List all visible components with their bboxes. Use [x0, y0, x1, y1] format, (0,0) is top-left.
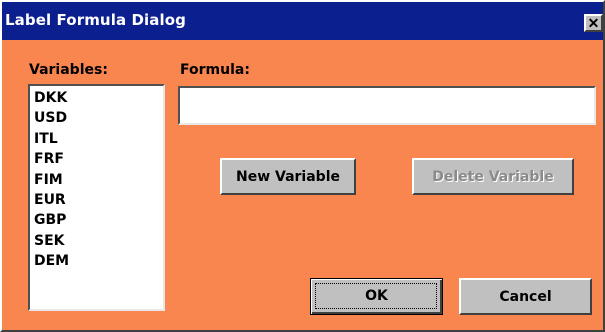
delete-variable-button[interactable]: Delete Variable	[412, 158, 574, 195]
ok-button[interactable]: OK	[310, 278, 443, 315]
formula-input[interactable]	[178, 86, 596, 125]
ok-button-label: OK	[365, 288, 388, 304]
variable-list-item[interactable]: ITL	[34, 129, 163, 149]
cancel-button[interactable]: Cancel	[459, 278, 592, 315]
variables-listbox[interactable]: DKK USD ITL FRF FIM EUR GBP SEK DEM	[28, 84, 165, 311]
variables-label: Variables:	[29, 62, 108, 78]
new-variable-button[interactable]: New Variable	[220, 158, 356, 195]
variable-list-item[interactable]: FRF	[34, 149, 163, 169]
variable-list-item[interactable]: DKK	[34, 88, 163, 108]
close-icon: ✕	[587, 14, 600, 31]
dialog-title: Label Formula Dialog	[5, 11, 186, 29]
variable-list-item[interactable]: EUR	[34, 190, 163, 210]
variable-list-item[interactable]: GBP	[34, 210, 163, 230]
variable-list-item[interactable]: DEM	[34, 251, 163, 271]
label-formula-dialog: Label Formula Dialog ✕ Variables: Formul…	[0, 0, 605, 332]
formula-label: Formula:	[180, 62, 250, 78]
close-button[interactable]: ✕	[584, 14, 603, 32]
variable-list-item[interactable]: USD	[34, 108, 163, 128]
variable-list-item[interactable]: SEK	[34, 231, 163, 251]
title-bar[interactable]: Label Formula Dialog ✕	[2, 2, 603, 40]
variable-list-item[interactable]: FIM	[34, 170, 163, 190]
